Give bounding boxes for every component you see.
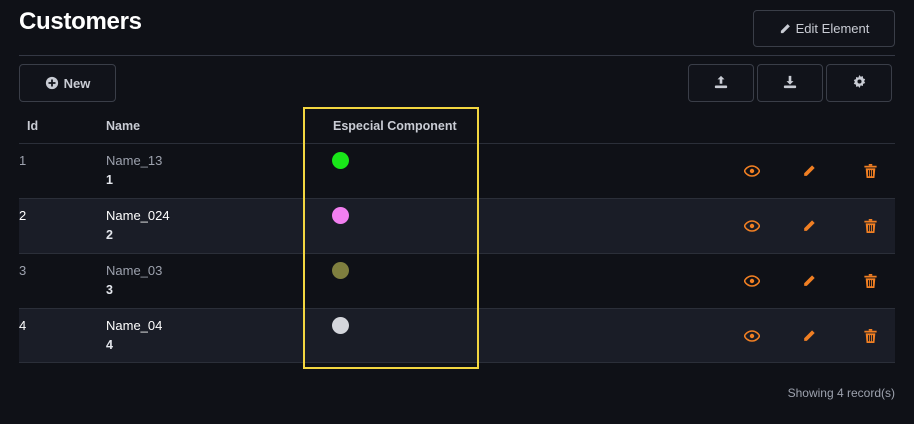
pencil-icon: [779, 23, 791, 35]
upload-button[interactable]: [688, 64, 754, 102]
upload-icon: [714, 75, 728, 92]
cell-name: Name_03: [106, 263, 163, 278]
cell-id: 3: [19, 263, 27, 278]
color-dot: [332, 262, 349, 279]
cell-id: 4: [19, 318, 27, 333]
trash-icon[interactable]: [861, 272, 879, 290]
trash-icon[interactable]: [861, 327, 879, 345]
table-row: 4 Name_04 4: [19, 308, 895, 363]
column-header-id: Id: [27, 119, 39, 133]
edit-element-label: Edit Element: [795, 21, 870, 36]
cell-name-sub: 4: [106, 338, 113, 352]
cell-name: Name_13: [106, 153, 163, 168]
column-header-name: Name: [106, 119, 141, 133]
plus-circle-icon: [45, 76, 59, 90]
customers-table-body: 1 Name_13 1 2 Name_024 2 3 Name_03 3 4 N…: [19, 143, 895, 363]
cell-name-sub: 2: [106, 228, 113, 242]
pencil-icon[interactable]: [800, 272, 818, 290]
trash-icon[interactable]: [861, 217, 879, 235]
eye-icon[interactable]: [743, 217, 761, 235]
eye-icon[interactable]: [743, 162, 761, 180]
pencil-icon[interactable]: [800, 217, 818, 235]
header-divider: [19, 55, 895, 56]
new-button[interactable]: New: [19, 64, 116, 102]
cell-name-sub: 1: [106, 173, 113, 187]
cell-id: 1: [19, 153, 27, 168]
color-dot: [332, 317, 349, 334]
color-dot: [332, 152, 349, 169]
pencil-icon[interactable]: [800, 162, 818, 180]
page-title: Customers: [19, 8, 142, 35]
column-header-especial-component: Especial Component: [333, 119, 457, 133]
color-dot: [332, 207, 349, 224]
trash-icon[interactable]: [861, 162, 879, 180]
gear-icon: [853, 75, 866, 91]
customers-page: Customers Edit Element New Id Name Espec…: [0, 0, 914, 424]
cell-name: Name_04: [106, 318, 163, 333]
record-count: Showing 4 record(s): [787, 386, 895, 400]
pencil-icon[interactable]: [800, 327, 818, 345]
download-icon: [783, 75, 797, 92]
new-button-label: New: [63, 75, 91, 91]
table-row: 3 Name_03 3: [19, 253, 895, 308]
cell-id: 2: [19, 208, 27, 223]
edit-element-button[interactable]: Edit Element: [753, 10, 895, 47]
cell-name: Name_024: [106, 208, 170, 223]
table-row: 1 Name_13 1: [19, 143, 895, 198]
cell-name-sub: 3: [106, 283, 113, 297]
download-button[interactable]: [757, 64, 823, 102]
eye-icon[interactable]: [743, 272, 761, 290]
eye-icon[interactable]: [743, 327, 761, 345]
settings-button[interactable]: [826, 64, 892, 102]
table-row: 2 Name_024 2: [19, 198, 895, 253]
